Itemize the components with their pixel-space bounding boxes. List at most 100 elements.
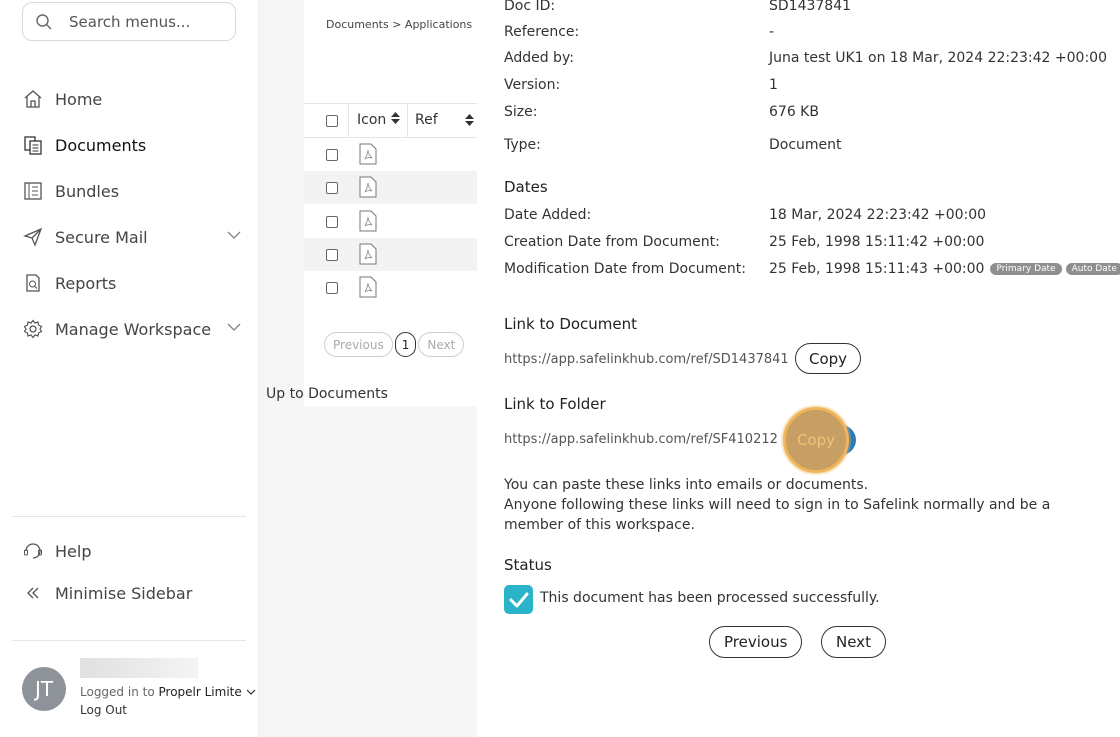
- previous-document-button[interactable]: Previous: [709, 626, 803, 658]
- documents-icon: [22, 134, 44, 156]
- column-header-label: Ref: [415, 112, 438, 128]
- row-checkbox[interactable]: [326, 149, 338, 161]
- sidebar-divider: [12, 640, 246, 641]
- field-label: Creation Date from Document:: [504, 234, 720, 250]
- size-value: 676 KB: [769, 104, 819, 120]
- field-label: Type:: [504, 137, 541, 153]
- sidebar-item-label: Minimise Sidebar: [55, 583, 193, 603]
- document-list-card: Documents > Applications Icon Ref Previo…: [304, 0, 477, 406]
- select-all-checkbox[interactable]: [326, 115, 338, 127]
- copy-document-link-button[interactable]: Copy: [795, 343, 862, 374]
- processed-checkbox[interactable]: [504, 585, 533, 614]
- field-label: Doc ID:: [504, 0, 556, 14]
- breadcrumb[interactable]: Documents > Applications: [326, 18, 472, 31]
- row-checkbox[interactable]: [326, 216, 338, 228]
- sidebar-item-label: Reports: [55, 273, 117, 293]
- sidebar-item-manage-workspace[interactable]: Manage Workspace: [22, 306, 247, 352]
- paper-plane-icon: [22, 226, 44, 248]
- minimise-sidebar-button[interactable]: Minimise Sidebar: [22, 572, 247, 614]
- checkmark-icon: [509, 592, 528, 607]
- pagination: Previous 1 Next: [324, 332, 465, 357]
- pdf-file-icon: [359, 243, 377, 265]
- field-label: Size:: [504, 104, 538, 120]
- sidebar-footer-nav: Help Minimise Sidebar: [22, 530, 247, 614]
- sidebar-item-label: Documents: [55, 135, 147, 155]
- pdf-file-icon: [359, 210, 377, 232]
- table-row[interactable]: [304, 138, 477, 171]
- pagination-previous-button[interactable]: Previous: [324, 332, 393, 357]
- up-to-documents-link[interactable]: Up to Documents: [266, 386, 388, 402]
- chevron-down-icon[interactable]: [227, 230, 241, 240]
- user-name-redacted: [80, 658, 198, 678]
- status-message: This document has been processed success…: [540, 590, 880, 606]
- field-label: Date Added:: [504, 207, 592, 223]
- row-checkbox[interactable]: [326, 182, 338, 194]
- row-checkbox[interactable]: [326, 282, 338, 294]
- table-row[interactable]: [304, 205, 477, 238]
- column-header-label: Icon: [357, 112, 387, 128]
- row-checkbox[interactable]: [326, 249, 338, 261]
- sidebar-item-label: Home: [55, 89, 103, 109]
- user-panel: JT Logged in to Propelr Limite Log Out: [22, 658, 256, 722]
- status-heading: Status: [504, 556, 552, 574]
- modification-date-value: 25 Feb, 1998 15:11:43 +00:00: [769, 261, 985, 277]
- pdf-file-icon: [359, 143, 377, 165]
- pagination-page-current[interactable]: 1: [394, 332, 417, 357]
- logout-link[interactable]: Log Out: [80, 703, 127, 717]
- column-header-icon[interactable]: Icon: [357, 112, 400, 128]
- link-info-line: You can paste these links into emails or…: [504, 477, 869, 493]
- sidebar-divider: [12, 516, 246, 517]
- sort-icon: [390, 112, 400, 124]
- creation-date-value: 25 Feb, 1998 15:11:42 +00:00: [769, 234, 985, 250]
- chevron-down-icon: [246, 689, 256, 695]
- logged-in-label: Logged in to: [80, 685, 155, 699]
- sidebar-item-help[interactable]: Help: [22, 530, 247, 572]
- pagination-next-button[interactable]: Next: [418, 332, 465, 357]
- date-added-value: 18 Mar, 2024 22:23:42 +00:00: [769, 207, 987, 223]
- table-row[interactable]: [304, 171, 477, 204]
- document-detail-panel: Doc ID: SD1437841 Reference: - Added by:…: [477, 0, 1120, 737]
- pdf-file-icon: [359, 276, 377, 298]
- gear-icon: [22, 318, 44, 340]
- workspace-name: Propelr Limite: [158, 685, 242, 699]
- dates-heading: Dates: [504, 178, 548, 196]
- double-chevron-left-icon: [22, 582, 44, 604]
- avatar[interactable]: JT: [22, 667, 66, 711]
- search-icon: [36, 13, 52, 29]
- column-divider: [348, 104, 349, 137]
- document-list-panel: Documents > Applications Icon Ref Previo…: [259, 0, 477, 737]
- sidebar-item-label: Secure Mail: [55, 227, 148, 247]
- table-row[interactable]: [304, 271, 477, 304]
- sidebar-item-label: Manage Workspace: [55, 319, 212, 339]
- doc-id-value: SD1437841: [769, 0, 852, 14]
- copy-folder-link-button[interactable]: Copy: [783, 407, 849, 473]
- sidebar-item-bundles[interactable]: Bundles: [22, 168, 247, 214]
- table-row[interactable]: [304, 238, 477, 271]
- sidebar: Home Documents Bundles Secure Mail Repor…: [0, 0, 259, 737]
- reference-value: -: [769, 24, 775, 40]
- link-to-folder-heading: Link to Folder: [504, 395, 606, 413]
- link-info-line: Anyone following these links will need t…: [504, 497, 1051, 533]
- field-label: Modification Date from Document:: [504, 261, 746, 277]
- sidebar-item-documents[interactable]: Documents: [22, 122, 247, 168]
- document-link-url: https://app.safelinkhub.com/ref/SD143784…: [504, 352, 789, 367]
- column-divider: [407, 104, 408, 137]
- version-value: 1: [769, 77, 778, 93]
- search-input[interactable]: [69, 12, 219, 31]
- modification-date-row: 25 Feb, 1998 15:11:43 +00:00 Primary Date…: [769, 261, 1120, 277]
- workspace-switcher[interactable]: Logged in to Propelr Limite: [80, 685, 256, 699]
- next-document-button[interactable]: Next: [821, 626, 886, 658]
- field-label: Added by:: [504, 50, 574, 66]
- report-icon: [22, 272, 44, 294]
- sidebar-item-secure-mail[interactable]: Secure Mail: [22, 214, 247, 260]
- copy-folder-link-label: Copy: [796, 431, 836, 449]
- field-label: Version:: [504, 77, 561, 93]
- pdf-file-icon: [359, 176, 377, 198]
- sort-icon[interactable]: [465, 114, 474, 126]
- sidebar-item-home[interactable]: Home: [22, 76, 247, 122]
- chevron-down-icon[interactable]: [227, 322, 241, 332]
- sidebar-item-reports[interactable]: Reports: [22, 260, 247, 306]
- bundles-icon: [22, 180, 44, 202]
- search-box[interactable]: [22, 2, 236, 41]
- column-header-ref[interactable]: Ref: [415, 112, 438, 128]
